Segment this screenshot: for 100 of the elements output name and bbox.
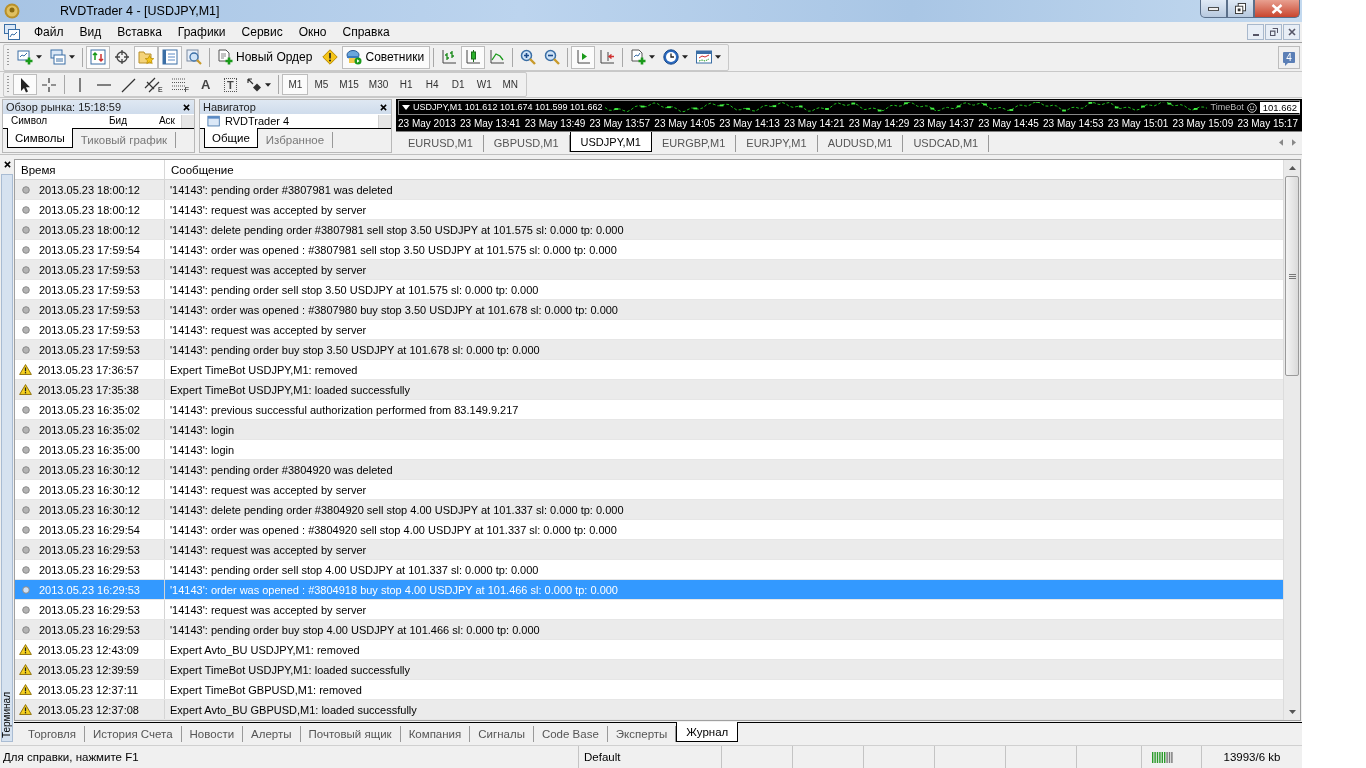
chart-tab[interactable]: AUDUSD,M1	[817, 135, 904, 152]
toolbar-button[interactable]	[461, 45, 486, 69]
chart-tab[interactable]: GBPUSD,M1	[483, 135, 570, 152]
arrow-down-icon[interactable]	[1288, 710, 1296, 714]
terminal-tab[interactable]: Почтовый ящик	[300, 726, 401, 742]
column-header[interactable]: Символ	[3, 115, 84, 127]
log-row[interactable]: 2013.05.23 16:30:12 '14143': delete pending order #3804920 sell stop 4.00 USDJPY at 101.337 sl: 0.000 tp: 0.000	[15, 500, 1283, 520]
log-row[interactable]: 2013.05.23 12:39:59 Expert TimeBot USDJPY,M1: loaded successfully	[15, 660, 1283, 680]
message-cell: '14143': login	[170, 443, 235, 456]
diagonal-line-icon	[120, 76, 136, 93]
terminal-tab[interactable]: Журнал	[676, 722, 739, 742]
status-dot-icon	[22, 445, 30, 454]
arrow-up-icon[interactable]	[1288, 166, 1296, 170]
log-row[interactable]: 2013.05.23 16:29:53 '14143': request was accepted by server	[15, 600, 1283, 620]
panel-tab[interactable]: Символы	[7, 128, 73, 148]
close-button[interactable]	[1283, 24, 1300, 40]
log-row[interactable]: 2013.05.23 16:35:02 '14143': login	[15, 420, 1283, 440]
log-row[interactable]: 2013.05.23 17:35:38 Expert TimeBot USDJPY,M1: loaded successfully	[15, 380, 1283, 400]
timeframe-button[interactable]: M15	[334, 74, 364, 95]
log-row[interactable]: 2013.05.23 16:30:12 '14143': request was accepted by server	[15, 480, 1283, 500]
log-row[interactable]: 2013.05.23 17:59:53 '14143': order was opened : #3807980 buy stop 3.50 USDJPY at 101.678 sl: 0.000 tp: 0.000	[15, 300, 1283, 320]
log-row[interactable]: 2013.05.23 16:29:53 '14143': pending order sell stop 4.00 USDJPY at 101.337 sl: 0.000 tp: 0.000	[15, 560, 1283, 580]
toolbar-button[interactable]: Новый Ордер	[213, 45, 319, 69]
column-header[interactable]: Время	[15, 160, 165, 179]
panel-tab[interactable]: Избранное	[257, 132, 334, 148]
menu-item[interactable]: Файл	[26, 23, 72, 41]
scrollbar[interactable]	[378, 114, 391, 128]
minimize-button[interactable]	[1200, 0, 1227, 18]
scroll-right-icon[interactable]	[1292, 139, 1296, 146]
log-row[interactable]: 2013.05.23 18:00:12 '14143': request was accepted by server	[15, 200, 1283, 220]
close-button[interactable]	[180, 101, 192, 113]
messages-button[interactable]: 4	[1278, 45, 1300, 69]
log-row[interactable]: 2013.05.23 18:00:12 '14143': delete pending order #3807981 sell stop 3.50 USDJPY at 101.575 sl: 0.000 tp: 0.000	[15, 220, 1283, 240]
terminal-tab[interactable]: Code Base	[533, 726, 608, 742]
log-row[interactable]: 2013.05.23 17:36:57 Expert TimeBot USDJPY,M1: removed	[15, 360, 1283, 380]
log-row[interactable]: 2013.05.23 16:30:12 '14143': pending order #3804920 was deleted	[15, 460, 1283, 480]
column-header[interactable]: Аск	[130, 115, 178, 127]
chart-window-icon[interactable]	[4, 24, 20, 40]
log-row[interactable]: 2013.05.23 18:00:12 '14143': pending order #3807981 was deleted	[15, 180, 1283, 200]
timeframe-button[interactable]: M5	[308, 74, 335, 95]
status-dot-icon	[22, 565, 30, 574]
panel-title: Навигатор	[202, 101, 256, 113]
log-row[interactable]: 2013.05.23 16:29:54 '14143': order was opened : #3804920 sell stop 4.00 USDJPY at 101.337 sl: 0.000 tp: 0.000	[15, 520, 1283, 540]
toolbar-button[interactable]	[13, 74, 37, 95]
log-row[interactable]: 2013.05.23 17:59:53 '14143': request was accepted by server	[15, 320, 1283, 340]
timeframe-button[interactable]: M30	[363, 74, 394, 95]
log-row[interactable]: 2013.05.23 17:59:53 '14143': pending order buy stop 3.50 USDJPY at 101.678 sl: 0.000 tp: 0.000	[15, 340, 1283, 360]
message-cell: '14143': delete pending order #3804920 sell stop 4.00 USDJPY at 101.337 sl: 0.000 tp: 0.000	[170, 503, 624, 516]
timeframe-button[interactable]: MN	[497, 74, 524, 95]
log-row[interactable]: 2013.05.23 12:43:09 Expert Avto_BU USDJPY,M1: removed	[15, 640, 1283, 660]
column-header[interactable]: Бид	[84, 115, 130, 127]
restore-button[interactable]	[1227, 0, 1254, 18]
scroll-left-icon[interactable]	[1279, 139, 1283, 146]
terminal-tab[interactable]: Алерты	[243, 726, 301, 742]
close-button[interactable]	[377, 101, 389, 113]
time-axis-label: 23 May 15:17	[1237, 117, 1298, 129]
menu-item[interactable]: Сервис	[233, 23, 291, 41]
log-row[interactable]: 2013.05.23 16:29:53 '14143': request was accepted by server	[15, 540, 1283, 560]
column-header[interactable]: Сообщение	[165, 160, 1283, 179]
chart-tab[interactable]: EURUSD,M1	[398, 135, 484, 152]
log-row[interactable]: 2013.05.23 17:59:53 '14143': request was accepted by server	[15, 260, 1283, 280]
timeframe-button[interactable]: H4	[419, 74, 446, 95]
scrollbar[interactable]	[1283, 160, 1300, 720]
terminal-tab[interactable]: Торговля	[20, 726, 86, 742]
timeframe-button[interactable]: M1	[282, 74, 309, 95]
log-row[interactable]: 2013.05.23 16:29:53 '14143': pending order buy stop 4.00 USDJPY at 101.466 sl: 0.000 tp: 0.000	[15, 620, 1283, 640]
menu-item[interactable]: Справка	[334, 23, 398, 41]
timeframe-button[interactable]: H1	[393, 74, 420, 95]
chart-tab[interactable]: USDCAD,M1	[903, 135, 990, 152]
log-row[interactable]: 2013.05.23 16:35:02 '14143': previous successful authorization performed from 83.149.9.217	[15, 400, 1283, 420]
chart-tab[interactable]: EURGBP,M1	[651, 135, 737, 152]
status-text: Default	[584, 751, 621, 763]
minimize-button[interactable]	[1247, 24, 1264, 40]
scrollbar[interactable]	[181, 114, 194, 128]
panel-tab[interactable]: Тиковый график	[72, 132, 177, 148]
timeframe-button[interactable]: D1	[445, 74, 472, 95]
terminal-tab[interactable]: Новости	[181, 726, 244, 742]
menu-item[interactable]: Вид	[71, 23, 110, 41]
toolbar-button[interactable]: Советники	[342, 45, 431, 69]
panel-tab[interactable]: Общие	[204, 128, 258, 148]
terminal-tab[interactable]: Компания	[400, 726, 471, 742]
log-row[interactable]: 2013.05.23 17:59:53 '14143': pending order sell stop 3.50 USDJPY at 101.575 sl: 0.000 tp: 0.000	[15, 280, 1283, 300]
terminal-tab[interactable]: Сигналы	[470, 726, 534, 742]
menu-item[interactable]: Вставка	[109, 23, 170, 41]
close-button[interactable]	[1, 158, 13, 170]
restore-button[interactable]	[1265, 24, 1282, 40]
chart-tab[interactable]: EURJPY,M1	[736, 135, 818, 152]
terminal-tab[interactable]: История Счета	[85, 726, 182, 742]
toolbar-button[interactable]: T	[218, 74, 243, 95]
log-row[interactable]: 2013.05.23 17:59:54 '14143': order was opened : #3807981 sell stop 3.50 USDJPY at 101.575 sl: 0.000 tp: 0.000	[15, 240, 1283, 260]
log-row[interactable]: 2013.05.23 12:37:11 Expert TimeBot GBPUSD,M1: removed	[15, 680, 1283, 700]
menu-item[interactable]: Окно	[290, 23, 335, 41]
document-plus-icon	[217, 49, 233, 65]
log-row[interactable]: 2013.05.23 12:37:08 Expert Avto_BU GBPUSD,M1: loaded successfully	[15, 700, 1283, 720]
timeframe-button[interactable]: W1	[471, 74, 498, 95]
chart-tab[interactable]: USDJPY,M1	[569, 132, 652, 152]
menu-item[interactable]: Графики	[169, 23, 234, 41]
scrollbar-thumb[interactable]	[1285, 176, 1299, 376]
toolbar-button[interactable]: A	[192, 74, 219, 95]
log-row[interactable]: 2013.05.23 16:35:00 '14143': login	[15, 440, 1283, 460]
